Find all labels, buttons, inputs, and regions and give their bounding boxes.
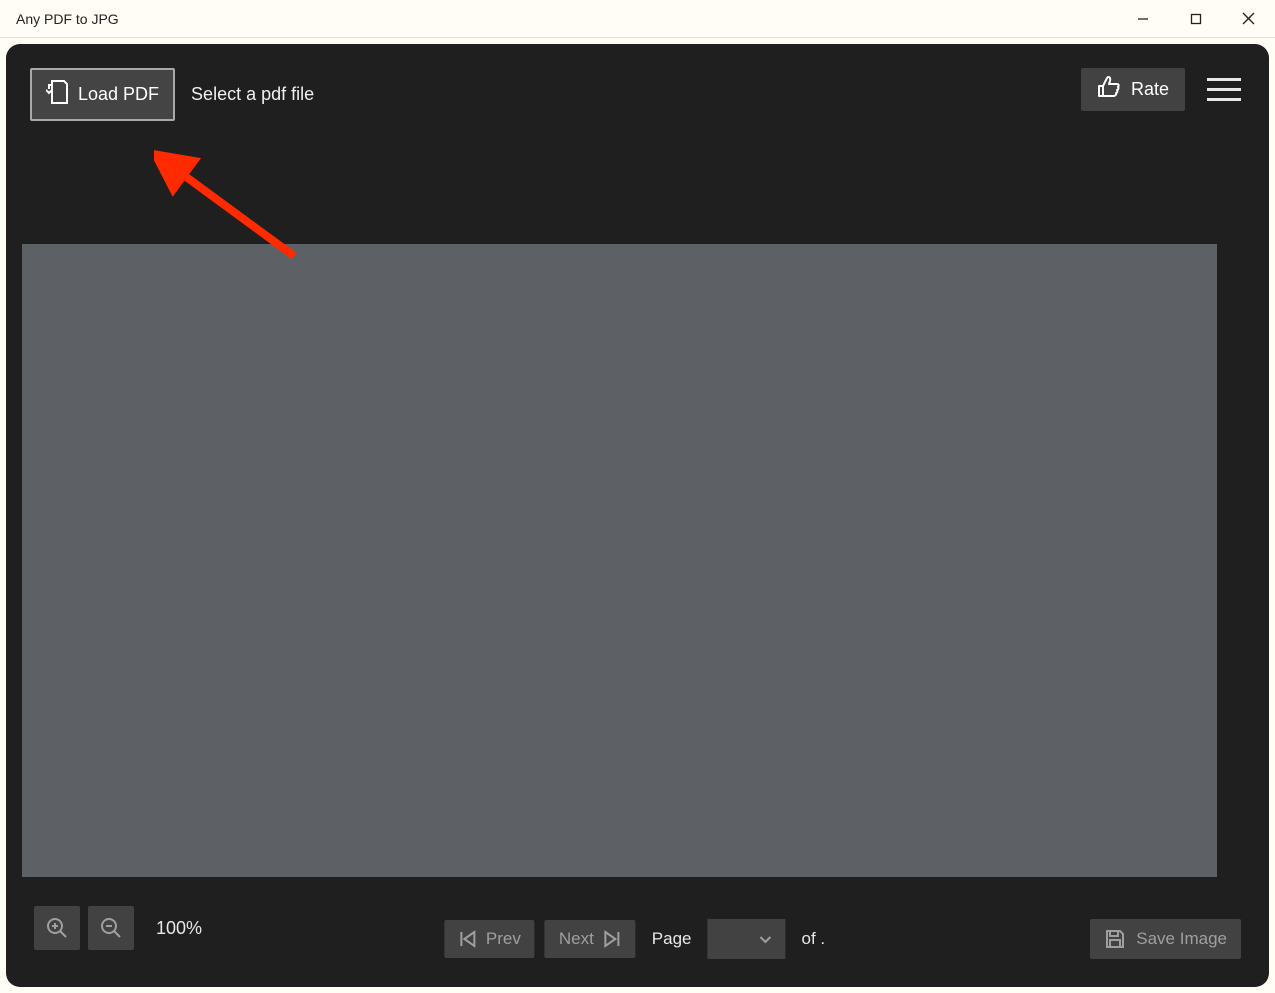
- next-label: Next: [559, 929, 594, 949]
- title-bar: Any PDF to JPG: [0, 0, 1275, 38]
- hamburger-icon: [1207, 98, 1241, 101]
- zoom-group: 100%: [34, 906, 202, 950]
- bottom-toolbar: 100% Prev Next Page: [6, 897, 1269, 987]
- rate-label: Rate: [1131, 79, 1169, 100]
- hamburger-icon: [1207, 78, 1241, 81]
- pdf-preview-area: [22, 244, 1217, 877]
- save-icon: [1104, 928, 1126, 950]
- top-right-group: Rate: [1081, 68, 1245, 111]
- zoom-out-icon: [99, 916, 123, 940]
- chevron-down-icon: [758, 931, 774, 947]
- save-image-button[interactable]: Save Image: [1090, 919, 1241, 959]
- top-left-group: Load PDF Select a pdf file: [30, 68, 314, 121]
- page-select[interactable]: [708, 919, 786, 959]
- zoom-in-button[interactable]: [34, 906, 80, 950]
- rate-button[interactable]: Rate: [1081, 68, 1185, 111]
- window-title: Any PDF to JPG: [16, 11, 119, 27]
- zoom-level: 100%: [156, 918, 202, 939]
- window-controls: [1116, 0, 1275, 37]
- maximize-icon: [1190, 13, 1202, 25]
- save-label: Save Image: [1136, 929, 1227, 949]
- hamburger-icon: [1207, 88, 1241, 91]
- thumbs-up-icon: [1097, 76, 1121, 103]
- hint-text: Select a pdf file: [191, 84, 314, 105]
- menu-button[interactable]: [1207, 75, 1245, 105]
- prev-button[interactable]: Prev: [444, 920, 535, 958]
- zoom-out-button[interactable]: [88, 906, 134, 950]
- maximize-button[interactable]: [1169, 0, 1222, 37]
- load-pdf-label: Load PDF: [78, 84, 159, 105]
- next-icon: [602, 929, 622, 949]
- load-pdf-button[interactable]: Load PDF: [30, 68, 175, 121]
- page-label: Page: [652, 929, 692, 949]
- zoom-in-icon: [45, 916, 69, 940]
- of-label: of .: [802, 929, 826, 949]
- minimize-icon: [1137, 13, 1149, 25]
- minimize-button[interactable]: [1116, 0, 1169, 37]
- load-pdf-icon: [46, 79, 68, 110]
- nav-group: Prev Next Page of .: [444, 919, 831, 959]
- prev-icon: [458, 929, 478, 949]
- main-panel: Load PDF Select a pdf file Rate: [6, 44, 1269, 987]
- prev-label: Prev: [486, 929, 521, 949]
- top-toolbar: Load PDF Select a pdf file Rate: [6, 44, 1269, 184]
- close-icon: [1242, 12, 1255, 25]
- next-button[interactable]: Next: [545, 920, 636, 958]
- close-button[interactable]: [1222, 0, 1275, 37]
